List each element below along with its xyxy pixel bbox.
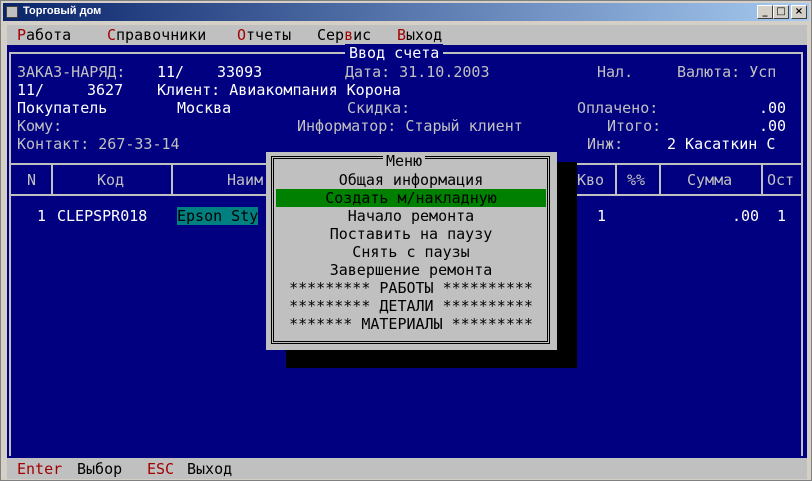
order-id: 33093 [217,63,263,81]
col-sep [171,163,173,196]
menu-rabota[interactable]: Работа [17,26,71,44]
col-header-qty: Кво [577,171,605,189]
row-rest: 1 [777,207,787,225]
menu-item-create-waybill[interactable]: Создать м/накладную [276,189,546,207]
row-sum: .00 [732,207,760,225]
menu-spravochniki[interactable]: Справочники [107,26,206,44]
col-header-sum: Сумма [687,171,733,189]
title-bar: Торговый дом _ □ × [3,3,809,21]
menu-bar: Работа Справочники Отчеты Сервис Выход [7,25,807,45]
hotkey-esc-label: Выход [187,460,233,478]
order-label: ЗАКАЗ-НАРЯД: [17,63,126,81]
col-sep [51,163,53,196]
menu-otchety[interactable]: Отчеты [237,26,291,44]
minimize-button[interactable]: _ [757,5,773,19]
row-n: 1 [37,207,47,225]
currency: Валюта: Усп [677,63,777,81]
col-sep [761,163,763,196]
total-value: .00 [759,117,787,135]
paid-label: Оплачено: [577,99,659,117]
col-sep [615,163,617,196]
engineer-label: Инж: [587,135,624,153]
app-window: Торговый дом _ □ × Работа Справочники От… [0,0,812,481]
client-num: 11/ [17,81,45,99]
col-header-name: Наим [227,171,264,189]
order-date: Дата: 31.10.2003 [345,63,490,81]
menu-servis[interactable]: Сервис [317,26,371,44]
frame-title: Ввод счета [345,44,444,62]
paid-value: .00 [759,99,787,117]
row-name[interactable]: Epson Sty [177,207,259,225]
total-label: Итого: [607,117,662,135]
to-label: Кому: [17,117,63,135]
buyer-label: Покупатель [17,99,108,117]
menu-item-unpause[interactable]: Снять с паузы [276,243,546,261]
hotkey-enter: Enter [17,460,63,478]
menu-item-works[interactable]: ********* РАБОТЫ ********** [276,279,546,297]
informer: Информатор: Старый клиент [297,117,523,135]
col-header-n: N [27,171,37,189]
engineer-value: 2 Касаткин С [667,135,776,153]
client-id: 3627 [87,81,124,99]
hotkey-enter-label: Выбор [77,460,123,478]
menu-title: Меню [383,152,426,170]
contact: Контакт: 267-33-14 [17,135,180,153]
client-name: Клиент: Авиакомпания Корона [157,81,401,99]
col-header-pct: %% [627,171,646,189]
menu-item-general-info[interactable]: Общая информация [276,171,546,189]
maximize-button[interactable]: □ [773,5,789,19]
col-header-code: Код [97,171,125,189]
app-icon [6,6,18,18]
col-sep [659,163,661,196]
row-qty: 1 [597,207,607,225]
menu-item-materials[interactable]: ******* МАТЕРИАЛЫ ********* [276,315,546,333]
menu-item-start-repair[interactable]: Начало ремонта [276,207,546,225]
buyer-city: Москва [177,99,232,117]
frame-left [9,52,11,456]
popup-menu: Меню Общая информация Создать м/накладну… [266,152,557,350]
close-button[interactable]: × [791,5,807,19]
hotkey-esc: ESC [147,460,175,478]
discount-label: Скидка: [347,99,411,117]
payment-nal: Нал. [597,63,634,81]
menu-item-parts[interactable]: ********* ДЕТАЛИ ********** [276,297,546,315]
menu-item-pause[interactable]: Поставить на паузу [276,225,546,243]
menu-vyhod[interactable]: Выход [397,26,442,44]
status-bar: Enter Выбор ESC Выход [7,458,807,479]
frame-right [801,52,803,456]
row-code: CLEPSPR018 [57,207,148,225]
window-title: Торговый дом [23,5,102,17]
order-num: 11/ [157,63,185,81]
menu-item-finish-repair[interactable]: Завершение ремонта [276,261,546,279]
dos-screen: Работа Справочники Отчеты Сервис Выход В… [7,25,807,479]
col-header-rest: Ост [767,171,795,189]
